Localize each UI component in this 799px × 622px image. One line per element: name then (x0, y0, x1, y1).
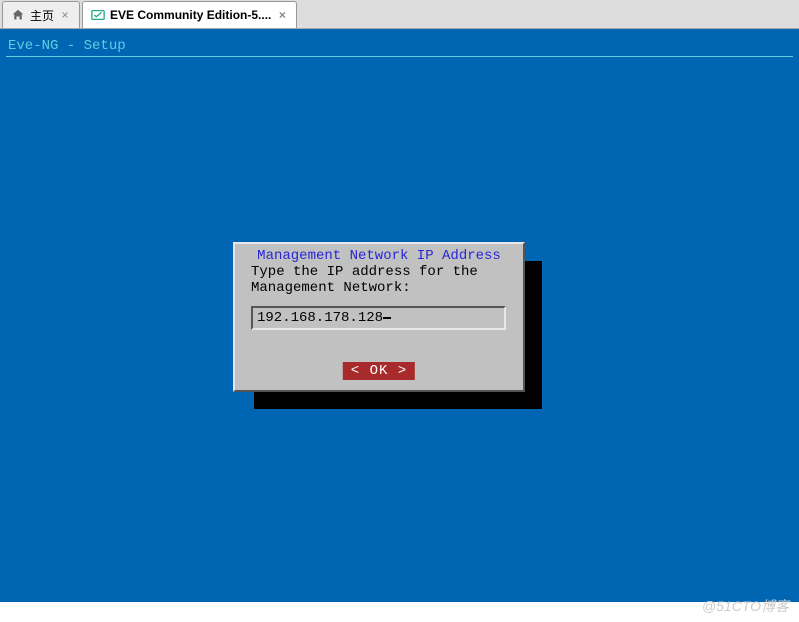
tab-active-label: EVE Community Edition-5.... (110, 8, 271, 22)
close-icon[interactable]: × (276, 9, 288, 21)
tab-home[interactable]: 主页 × (2, 1, 80, 28)
dialog-body-line2: Management Network: (251, 280, 507, 296)
watermark: @51CTO博客 (702, 596, 789, 616)
tab-home-label: 主页 (30, 7, 54, 24)
ip-address-dialog: Management Network IP Address Type the I… (233, 242, 525, 392)
home-icon (11, 8, 25, 22)
tab-bar: 主页 × EVE Community Edition-5.... × (0, 0, 799, 29)
ok-button[interactable]: < OK > (343, 362, 415, 380)
tab-eve-community[interactable]: EVE Community Edition-5.... × (82, 1, 297, 28)
terminal-screen: Eve-NG - Setup Management Network IP Add… (0, 29, 799, 602)
close-icon[interactable]: × (59, 9, 71, 21)
ip-address-input[interactable]: 192.168.178.128 (251, 306, 506, 330)
text-cursor (383, 317, 391, 319)
ip-address-value: 192.168.178.128 (257, 310, 383, 326)
dialog-title: Management Network IP Address (253, 248, 505, 264)
terminal-divider (6, 56, 793, 57)
dialog-body-line1: Type the IP address for the (251, 264, 507, 280)
terminal-title: Eve-NG - Setup (8, 38, 126, 54)
dialog-body: Type the IP address for the Management N… (251, 264, 507, 296)
vm-icon (91, 8, 105, 22)
